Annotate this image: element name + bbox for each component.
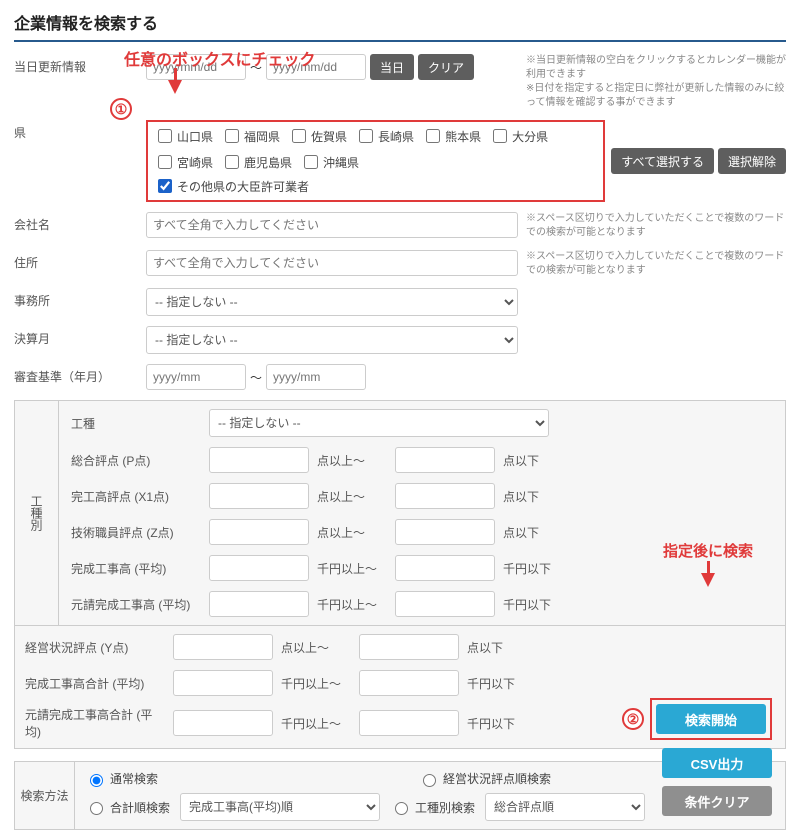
range-from[interactable]	[209, 519, 309, 545]
note-update: ※当日更新情報の空白をクリックするとカレンダー機能が利用できます ※日付を指定す…	[526, 54, 786, 110]
chk-pref: 沖縄県	[300, 152, 359, 172]
update-from-input[interactable]	[146, 54, 246, 80]
radio-ktype[interactable]	[395, 802, 408, 815]
fymonth-select[interactable]: -- 指定しない --	[146, 326, 518, 354]
tilde: ～	[250, 59, 262, 76]
chk-extra-pref-label: その他県の大臣許可業者	[177, 178, 309, 195]
prefecture-redbox: 山口県福岡県佐賀県長崎県熊本県大分県宮崎県鹿児島県沖縄県 その他県の大臣許可業者	[146, 120, 605, 202]
address-input[interactable]	[146, 250, 518, 276]
btn-cond-clear[interactable]: 条件クリア	[662, 786, 772, 816]
chk-pref-input[interactable]	[158, 129, 172, 143]
label-search-method: 検索方法	[15, 762, 75, 829]
tilde: ～	[250, 369, 262, 386]
range-from[interactable]	[173, 670, 273, 696]
row-office: 事務所 -- 指定しない --	[14, 288, 786, 316]
chk-pref-input[interactable]	[158, 155, 172, 169]
chk-pref-input[interactable]	[292, 129, 306, 143]
range-from[interactable]	[209, 447, 309, 473]
search-form: 企業情報を検索する 任意のボックスにチェック ① 当日更新情報 ～ 当日 クリア…	[14, 10, 786, 830]
range-to[interactable]	[395, 447, 495, 473]
btn-select-none[interactable]: 選択解除	[718, 148, 786, 174]
row-audit: 審査基準（年月） ～	[14, 364, 786, 390]
chk-pref: 山口県	[154, 126, 213, 146]
chk-pref: 宮崎県	[154, 152, 213, 172]
chk-pref-input[interactable]	[225, 129, 239, 143]
page-title: 企業情報を検索する	[14, 10, 786, 34]
label-update: 当日更新情報	[14, 54, 146, 75]
ktype-type-select[interactable]: -- 指定しない --	[209, 409, 549, 437]
sel-total-order[interactable]: 完成工事高(平均)順	[180, 793, 380, 821]
company-input[interactable]	[146, 212, 518, 238]
range-from[interactable]	[209, 555, 309, 581]
audit-from-input[interactable]	[146, 364, 246, 390]
chk-pref: 福岡県	[221, 126, 280, 146]
label-address: 住所	[14, 250, 146, 271]
chk-extra-pref[interactable]	[158, 179, 172, 193]
row-fymonth: 決算月 -- 指定しない --	[14, 326, 786, 354]
divider	[14, 40, 786, 42]
prefecture-checkboxes: 山口県福岡県佐賀県長崎県熊本県大分県宮崎県鹿児島県沖縄県	[154, 126, 597, 172]
audit-to-input[interactable]	[266, 364, 366, 390]
chk-pref-input[interactable]	[304, 155, 318, 169]
range-to[interactable]	[395, 555, 495, 581]
btn-clear-date[interactable]: クリア	[418, 54, 474, 80]
range-from[interactable]	[173, 634, 273, 660]
chk-pref: 熊本県	[422, 126, 481, 146]
chk-pref-input[interactable]	[426, 129, 440, 143]
range-to[interactable]	[395, 483, 495, 509]
chk-pref: 鹿児島県	[221, 152, 292, 172]
range-to[interactable]	[359, 710, 459, 736]
row-prefecture: 県 山口県福岡県佐賀県長崎県熊本県大分県宮崎県鹿児島県沖縄県 その他県の大臣許可…	[14, 120, 786, 202]
annotation-circle-2: ②	[622, 708, 644, 730]
btn-today[interactable]: 当日	[370, 54, 414, 80]
note-company: ※スペース区切りで入力していただくことで複数のワードでの検索が可能となります	[526, 212, 786, 240]
chk-pref-input[interactable]	[359, 129, 373, 143]
radio-total[interactable]	[90, 802, 103, 815]
update-to-input[interactable]	[266, 54, 366, 80]
btn-search[interactable]: 検索開始	[656, 704, 766, 734]
label-prefecture: 県	[14, 120, 146, 141]
chk-pref: 大分県	[489, 126, 548, 146]
range-to[interactable]	[395, 519, 495, 545]
row-company: 会社名 ※スペース区切りで入力していただくことで複数のワードでの検索が可能となり…	[14, 212, 786, 240]
label-fymonth: 決算月	[14, 326, 146, 347]
office-select[interactable]: -- 指定しない --	[146, 288, 518, 316]
radio-mgmt[interactable]	[423, 774, 436, 787]
ktype-panel: 工種別 工種 -- 指定しない -- 総合評点 (P点)点以上～点以下完工高評点…	[14, 400, 786, 626]
label-office: 事務所	[14, 288, 146, 309]
range-to[interactable]	[359, 670, 459, 696]
btn-csv[interactable]: CSV出力	[662, 748, 772, 778]
chk-pref-input[interactable]	[493, 129, 507, 143]
range-from[interactable]	[209, 591, 309, 617]
chk-pref-input[interactable]	[225, 155, 239, 169]
range-from[interactable]	[209, 483, 309, 509]
label-audit: 審査基準（年月）	[14, 364, 146, 385]
chk-pref: 佐賀県	[288, 126, 347, 146]
chk-pref: 長崎県	[355, 126, 414, 146]
radio-normal[interactable]	[90, 774, 103, 787]
ktype-side-label: 工種別	[15, 401, 59, 625]
range-to[interactable]	[359, 634, 459, 660]
action-column: ② 検索開始 CSV出力 条件クリア	[622, 698, 772, 816]
label-company: 会社名	[14, 212, 146, 233]
btn-select-all[interactable]: すべて選択する	[611, 148, 714, 174]
range-to[interactable]	[395, 591, 495, 617]
ktype-type-label: 工種	[71, 415, 201, 432]
row-update: 当日更新情報 ～ 当日 クリア ※当日更新情報の空白をクリックするとカレンダー機…	[14, 54, 786, 110]
note-address: ※スペース区切りで入力していただくことで複数のワードでの検索が可能となります	[526, 250, 786, 278]
row-address: 住所 ※スペース区切りで入力していただくことで複数のワードでの検索が可能となりま…	[14, 250, 786, 278]
range-from[interactable]	[173, 710, 273, 736]
